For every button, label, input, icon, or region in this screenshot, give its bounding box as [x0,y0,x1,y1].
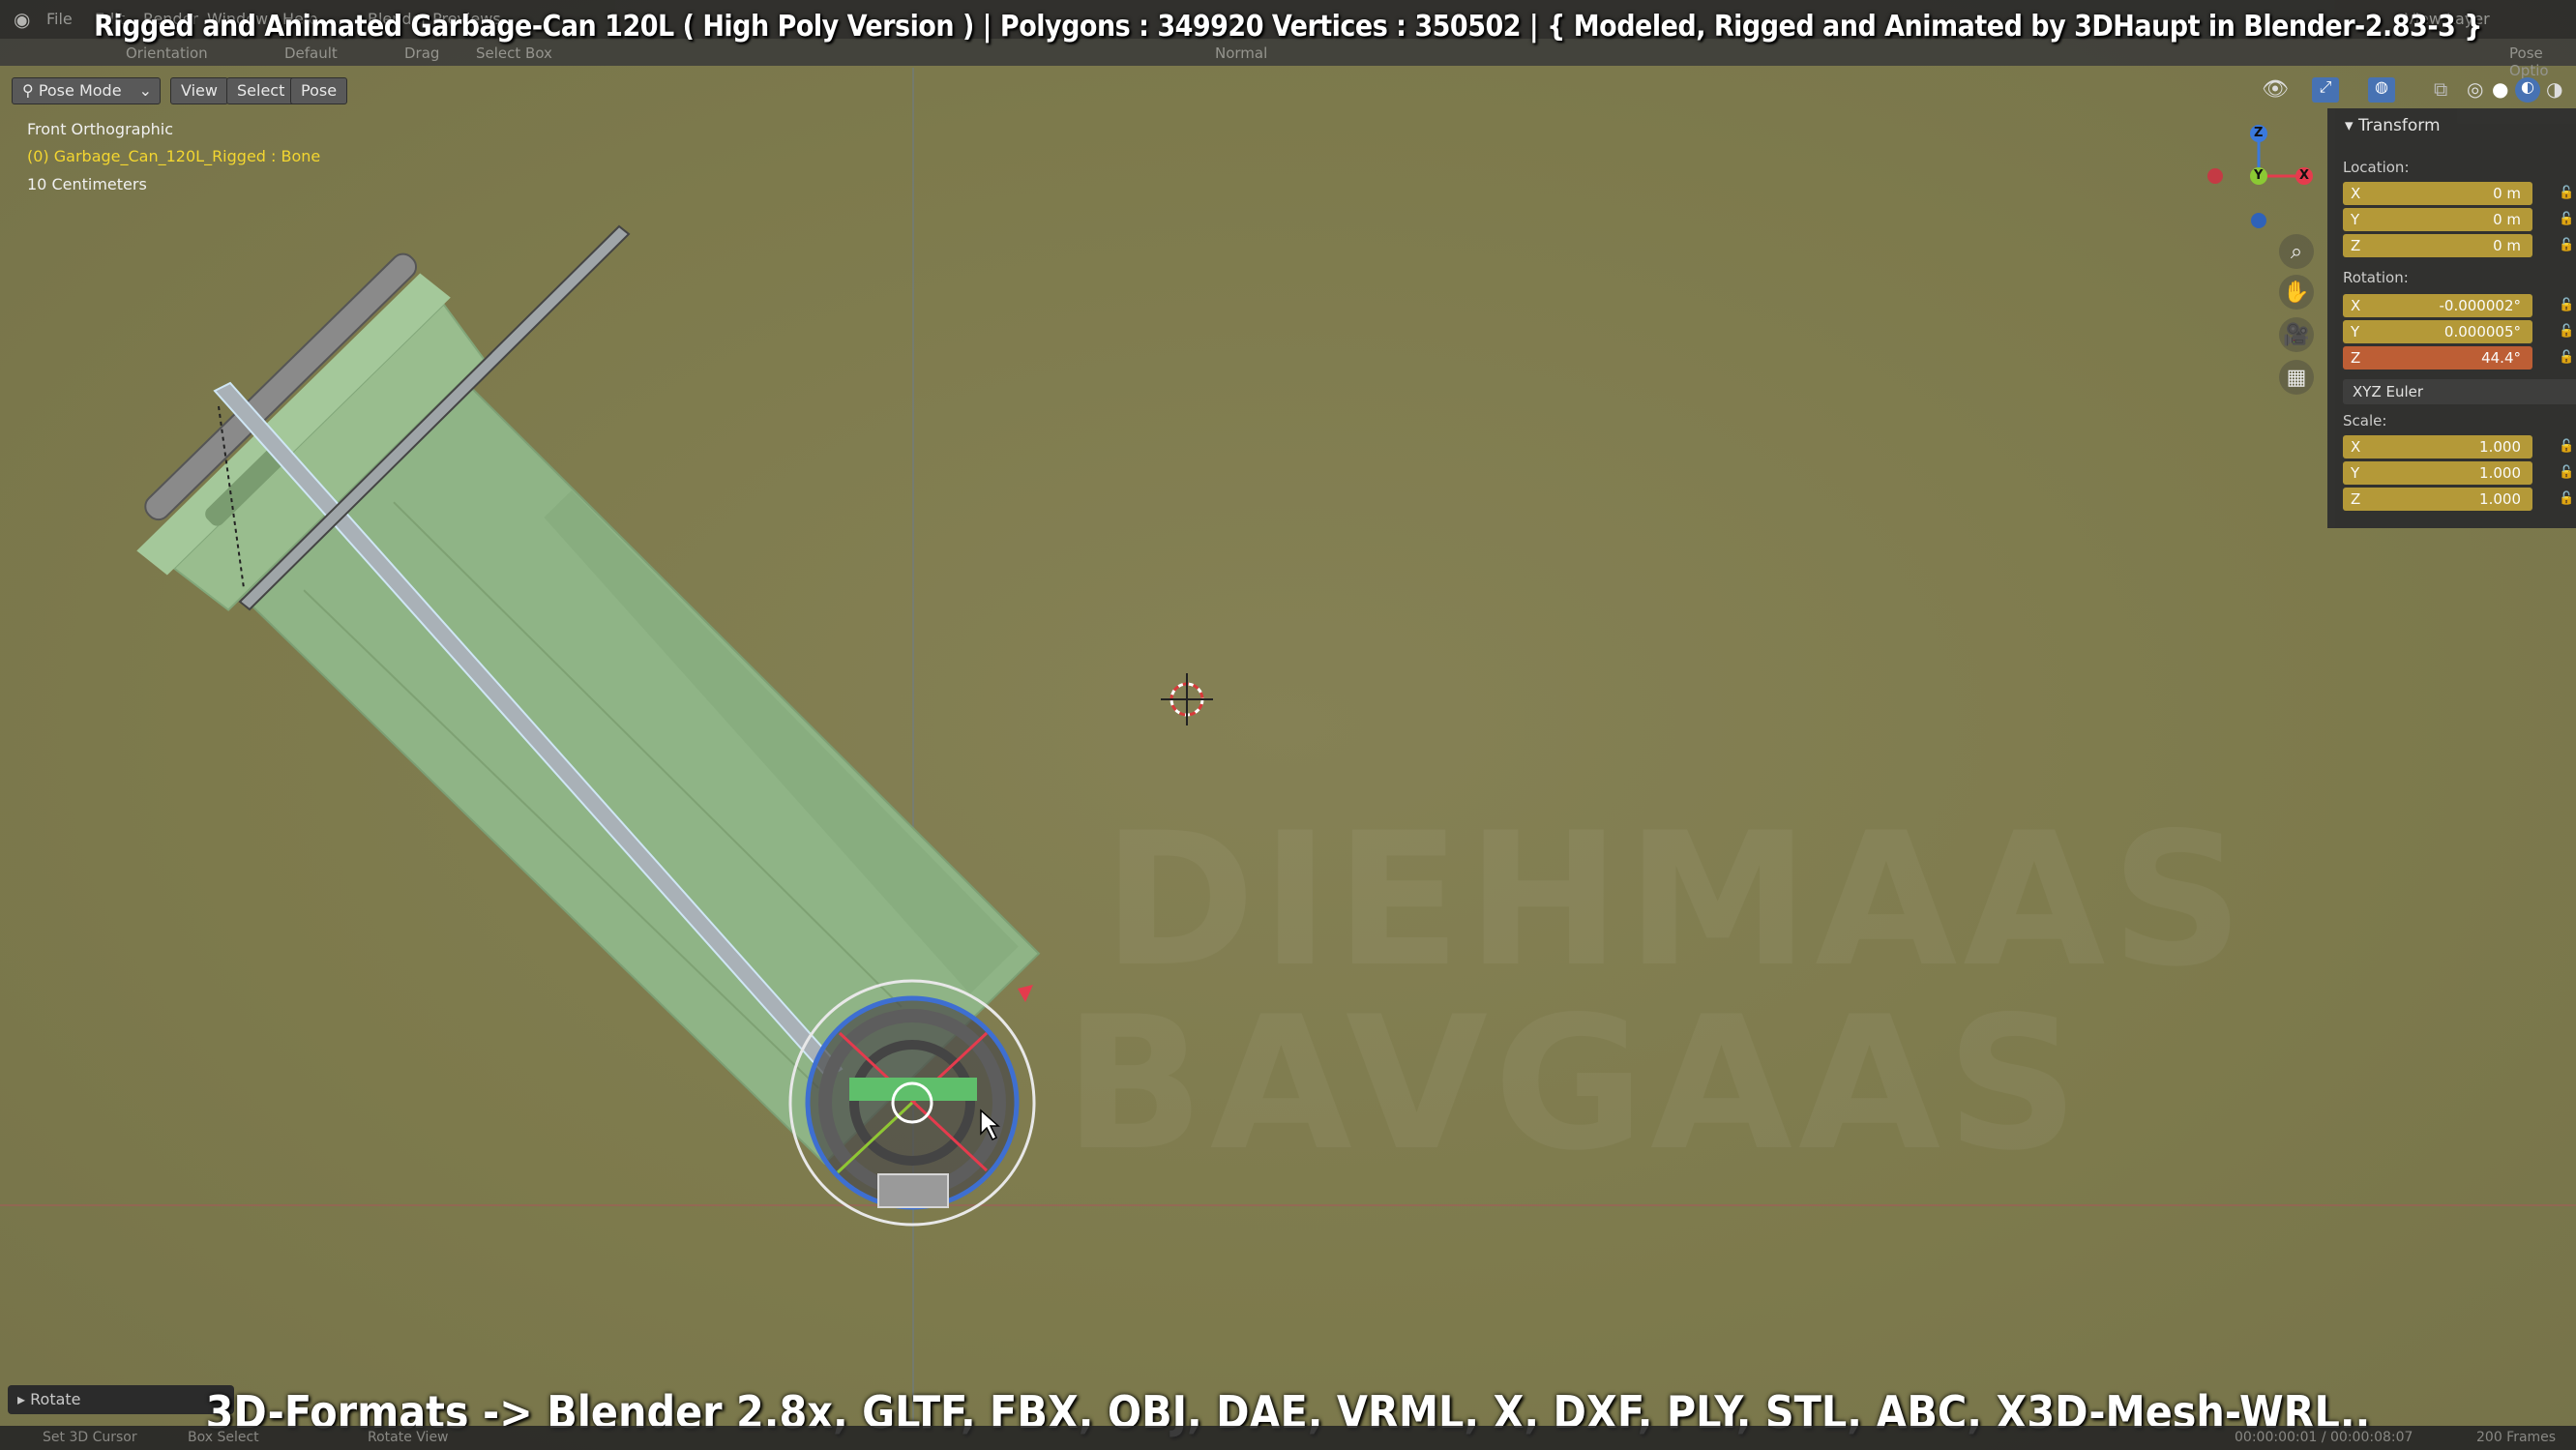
pose-menu[interactable]: Pose [290,77,348,104]
rendered-shading-icon[interactable]: ◑ [2546,77,2562,101]
field-value: 1.000 [2479,464,2521,482]
rotation-x-field[interactable]: X -0.000002° [2343,294,2532,317]
solid-shading-icon[interactable]: ● [2492,77,2508,101]
axis-label: X [2351,297,2361,314]
lock-icon[interactable]: 🔓 [2559,324,2574,339]
field-value: 1.000 [2479,490,2521,508]
gizmo-y-label: Y [2254,168,2264,183]
status-box-select: Box Select [188,1430,259,1445]
gizmo-toggle-icon[interactable]: ⤢ [2312,77,2339,103]
location-y-field[interactable]: Y 0 m [2343,208,2532,231]
location-label: Location: [2343,159,2410,176]
drag-dropdown[interactable]: Drag [404,44,439,62]
transform-panel-title[interactable]: ▾ Transform [2345,116,2441,135]
orientation-dropdown[interactable]: Orientation [126,44,208,62]
chevron-down-icon: ⌄ [138,81,152,100]
scale-x-field[interactable]: X 1.000 [2343,435,2532,459]
normal-dropdown[interactable]: Normal [1215,44,1267,62]
lock-icon[interactable]: 🔓 [2559,212,2574,226]
axis-label: X [2351,438,2361,456]
visibility-icon[interactable]: 👁 [2262,77,2289,102]
default-dropdown[interactable]: Default [284,44,338,62]
rotation-y-field[interactable]: Y 0.000005° [2343,320,2532,343]
status-set-cursor: Set 3D Cursor [43,1430,137,1445]
axis-label: Z [2351,490,2361,508]
ortho-grid-icon[interactable]: ▦ [2279,360,2314,395]
status-time: 00:00:00:01 / 00:00:08:07 [2235,1430,2413,1445]
axis-label: Z [2351,237,2361,254]
field-value: 0 m [2493,211,2521,228]
field-value: 44.4° [2481,349,2521,367]
wireframe-shading-icon[interactable]: ◎ [2467,77,2483,101]
select-menu[interactable]: Select [226,77,296,104]
scene-canvas[interactable] [0,0,2576,1450]
status-bar: Set 3D Cursor Box Select Rotate View 00:… [0,1426,2576,1450]
rotate-gizmo [788,979,1036,1227]
axis-label: Z [2351,349,2361,367]
rotation-z-field[interactable]: Z 44.4° [2343,346,2532,370]
lock-icon[interactable]: 🔓 [2559,491,2574,506]
navigation-gizmo[interactable]: Z Y X [2206,116,2322,232]
rotation-label: Rotation: [2343,269,2409,286]
pan-hand-icon[interactable]: ✋ [2279,275,2314,310]
camera-view-icon[interactable]: 🎥 [2279,317,2314,352]
3d-cursor [1161,673,1213,725]
mode-dropdown[interactable]: ⚲ Pose Mode ⌄ [12,77,161,104]
transform-panel: ▾ Transform Location: X 0 m 🔓 Y 0 m 🔓 Z … [2327,108,2576,528]
zoom-icon[interactable]: ⌕ [2279,234,2314,269]
field-value: 0 m [2493,237,2521,254]
axis-label: X [2351,185,2361,202]
lock-icon[interactable]: 🔓 [2559,186,2574,200]
view-menu[interactable]: View [170,77,228,104]
viewport-shading-buttons: 👁 ⤢ ◍ ⧉ ◎ ● ◐ ◑ [2262,77,2576,104]
scale-y-field[interactable]: Y 1.000 [2343,461,2532,485]
scale-label: Scale: [2343,412,2387,429]
title-overlay: Rigged and Animated Garbage-Can 120L ( H… [94,10,2482,44]
location-x-field[interactable]: X 0 m [2343,182,2532,205]
axis-label: Y [2351,323,2360,340]
view-name: Front Orthographic [27,120,174,138]
field-value: -0.000002° [2439,297,2522,314]
lock-icon[interactable]: 🔓 [2559,465,2574,480]
active-object-label: (0) Garbage_Can_120L_Rigged : Bone [27,147,321,165]
pose-options[interactable]: Pose Optio [2509,44,2576,79]
3d-viewport[interactable]: DIEHMAAS BAVGAAS ◉ File Edit Render Wind… [0,0,2576,1450]
material-shading-icon[interactable]: ◐ [2515,77,2540,103]
grid-scale-label: 10 Centimeters [27,175,147,193]
transform-title-text: Transform [2357,116,2441,135]
overlay-toggle-icon[interactable]: ◍ [2368,77,2395,103]
lock-icon[interactable]: 🔓 [2559,298,2574,312]
pose-mode-icon: ⚲ [22,81,39,100]
location-z-field[interactable]: Z 0 m [2343,234,2532,257]
rotation-mode-dropdown[interactable]: XYZ Euler [2343,379,2576,404]
field-value: 0 m [2493,185,2521,202]
status-frames: 200 Frames [2476,1430,2557,1445]
select-box-dropdown[interactable]: Select Box [476,44,552,62]
field-value: 1.000 [2479,438,2521,456]
xray-icon[interactable]: ⧉ [2434,77,2447,101]
field-value: 0.000005° [2443,323,2521,340]
axis-label: Y [2351,464,2360,482]
gizmo-x-label: X [2299,168,2310,183]
lock-icon[interactable]: 🔓 [2559,350,2574,365]
lock-icon[interactable]: 🔓 [2559,439,2574,454]
axis-label: Y [2351,211,2360,228]
scale-z-field[interactable]: Z 1.000 [2343,488,2532,511]
lock-icon[interactable]: 🔓 [2559,238,2574,252]
mode-label: Pose Mode [38,81,122,100]
status-rotate-view: Rotate View [368,1430,449,1445]
gizmo-z-label: Z [2254,126,2264,140]
